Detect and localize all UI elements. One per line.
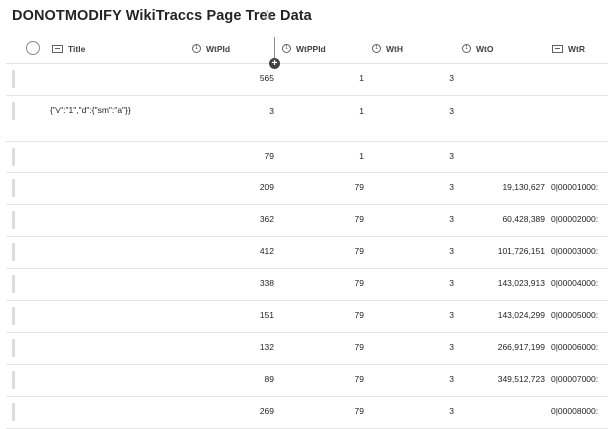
number-column-icon: 1 <box>192 44 201 53</box>
cell-wtppid: 79 <box>354 278 364 288</box>
row-select-handle[interactable] <box>12 102 15 120</box>
cell-wtr: 0|00006000: <box>551 342 599 352</box>
cell-wtr: 0|00005000: <box>551 310 599 320</box>
cell-wtppid: 79 <box>354 246 364 256</box>
cell-wtpid: 151 <box>259 310 274 320</box>
table-row[interactable]: 132 79 3 266,917,199 0|00006000: <box>6 333 608 365</box>
cell-wto: 266,917,199 <box>497 342 545 352</box>
row-select-handle[interactable] <box>12 403 15 421</box>
cell-wtpid: 79 <box>264 151 274 161</box>
number-column-icon: 1 <box>282 44 291 53</box>
cell-wtpid: 132 <box>259 342 274 352</box>
cell-wtpid: 269 <box>259 406 274 416</box>
row-select-handle[interactable] <box>12 179 15 197</box>
table-row[interactable]: 362 79 3 60,428,389 0|00002000: <box>6 205 608 237</box>
column-header-label: Title <box>68 43 86 54</box>
cell-wtr: 0|00007000: <box>551 374 599 384</box>
column-header-wth[interactable]: 1 WtH <box>372 34 403 63</box>
column-header-wtpid[interactable]: 1 WtPId <box>192 34 230 63</box>
cell-wth: 3 <box>449 182 454 192</box>
cell-wto: 19,130,627 <box>502 182 545 192</box>
column-header-wtppid[interactable]: 1 WtPPId <box>282 34 326 63</box>
column-header-title[interactable]: Title <box>52 34 85 63</box>
cell-wtppid: 79 <box>354 182 364 192</box>
list-grid: Title 1 WtPId 1 WtPPId 1 WtH 1 WtO WtR +… <box>6 34 608 429</box>
number-column-icon: 1 <box>372 44 381 53</box>
text-column-icon <box>52 44 63 53</box>
table-row[interactable]: 89 79 3 349,512,723 0|00007000: <box>6 365 608 397</box>
table-row[interactable]: 79 1 3 <box>6 142 608 173</box>
cell-wth: 3 <box>449 374 454 384</box>
column-header-row: Title 1 WtPId 1 WtPPId 1 WtH 1 WtO WtR <box>6 34 608 64</box>
cell-wtr: 0|00008000: <box>551 406 599 416</box>
text-column-icon <box>552 44 563 53</box>
cell-wth: 3 <box>449 151 454 161</box>
cell-wtppid: 1 <box>359 151 364 161</box>
column-header-wto[interactable]: 1 WtO <box>462 34 493 63</box>
cell-wth: 3 <box>449 214 454 224</box>
row-select-handle[interactable] <box>12 148 15 166</box>
cell-title: {"v":"1","d":{"sm":"a"}} <box>50 105 131 115</box>
cell-wtpid: 412 <box>259 246 274 256</box>
cell-wtr: 0|00004000: <box>551 278 599 288</box>
cell-wth: 3 <box>449 246 454 256</box>
cell-wth: 3 <box>449 73 454 83</box>
column-header-label: WtH <box>386 43 403 54</box>
star-icon[interactable]: ☆ <box>261 7 274 24</box>
column-resize-handle[interactable] <box>274 37 275 60</box>
cell-wtr: 0|00003000: <box>551 246 599 256</box>
cell-wth: 3 <box>449 310 454 320</box>
row-select-handle[interactable] <box>12 275 15 293</box>
row-select-handle[interactable] <box>12 371 15 389</box>
cell-wtppid: 1 <box>359 106 364 116</box>
cell-wth: 3 <box>449 106 454 116</box>
cell-wtppid: 79 <box>354 342 364 352</box>
table-row[interactable]: 412 79 3 101,726,151 0|00003000: <box>6 237 608 269</box>
cell-wto: 101,726,151 <box>497 246 545 256</box>
cell-wtppid: 1 <box>359 73 364 83</box>
table-row[interactable]: 209 79 3 19,130,627 0|00001000: <box>6 173 608 205</box>
column-header-label: WtR <box>568 43 585 54</box>
cell-wtpid: 338 <box>259 278 274 288</box>
cell-wtppid: 79 <box>354 310 364 320</box>
table-row[interactable]: 338 79 3 143,023,913 0|00004000: <box>6 269 608 301</box>
cell-wtr: 0|00002000: <box>551 214 599 224</box>
table-row[interactable]: 269 79 3 0|00008000: <box>6 397 608 429</box>
cell-wtpid: 89 <box>264 374 274 384</box>
cell-wth: 3 <box>449 406 454 416</box>
table-row[interactable]: 151 79 3 143,024,299 0|00005000: <box>6 301 608 333</box>
cell-wth: 3 <box>449 342 454 352</box>
cell-wto: 143,023,913 <box>497 278 545 288</box>
cell-wto: 60,428,389 <box>502 214 545 224</box>
cell-wtppid: 79 <box>354 406 364 416</box>
cell-wtppid: 79 <box>354 374 364 384</box>
row-select-handle[interactable] <box>12 243 15 261</box>
table-row[interactable]: {"v":"1","d":{"sm":"a"}} 3 1 3 <box>6 96 608 142</box>
column-header-label: WtPId <box>206 43 231 54</box>
cell-wtpid: 362 <box>259 214 274 224</box>
cell-wto: 349,512,723 <box>497 374 545 384</box>
table-row[interactable]: 565 1 3 <box>6 64 608 96</box>
row-select-handle[interactable] <box>12 211 15 229</box>
select-all-checkbox[interactable] <box>26 41 40 55</box>
column-header-wtr[interactable]: WtR <box>552 34 585 63</box>
cell-wtr: 0|00001000: <box>551 182 599 192</box>
column-header-label: WtO <box>476 43 494 54</box>
number-column-icon: 1 <box>462 44 471 53</box>
title-bar: DONOTMODIFY WikiTraccs Page Tree Data ☆ <box>0 0 608 34</box>
row-select-handle[interactable] <box>12 307 15 325</box>
column-header-label: WtPPId <box>296 43 326 54</box>
cell-wtpid: 209 <box>259 182 274 192</box>
cell-wtpid: 3 <box>269 106 274 116</box>
cell-wto: 143,024,299 <box>497 310 545 320</box>
cell-wtpid: 565 <box>259 73 274 83</box>
cell-wth: 3 <box>449 278 454 288</box>
row-select-handle[interactable] <box>12 339 15 357</box>
row-select-handle[interactable] <box>12 70 15 88</box>
cell-wtppid: 79 <box>354 214 364 224</box>
